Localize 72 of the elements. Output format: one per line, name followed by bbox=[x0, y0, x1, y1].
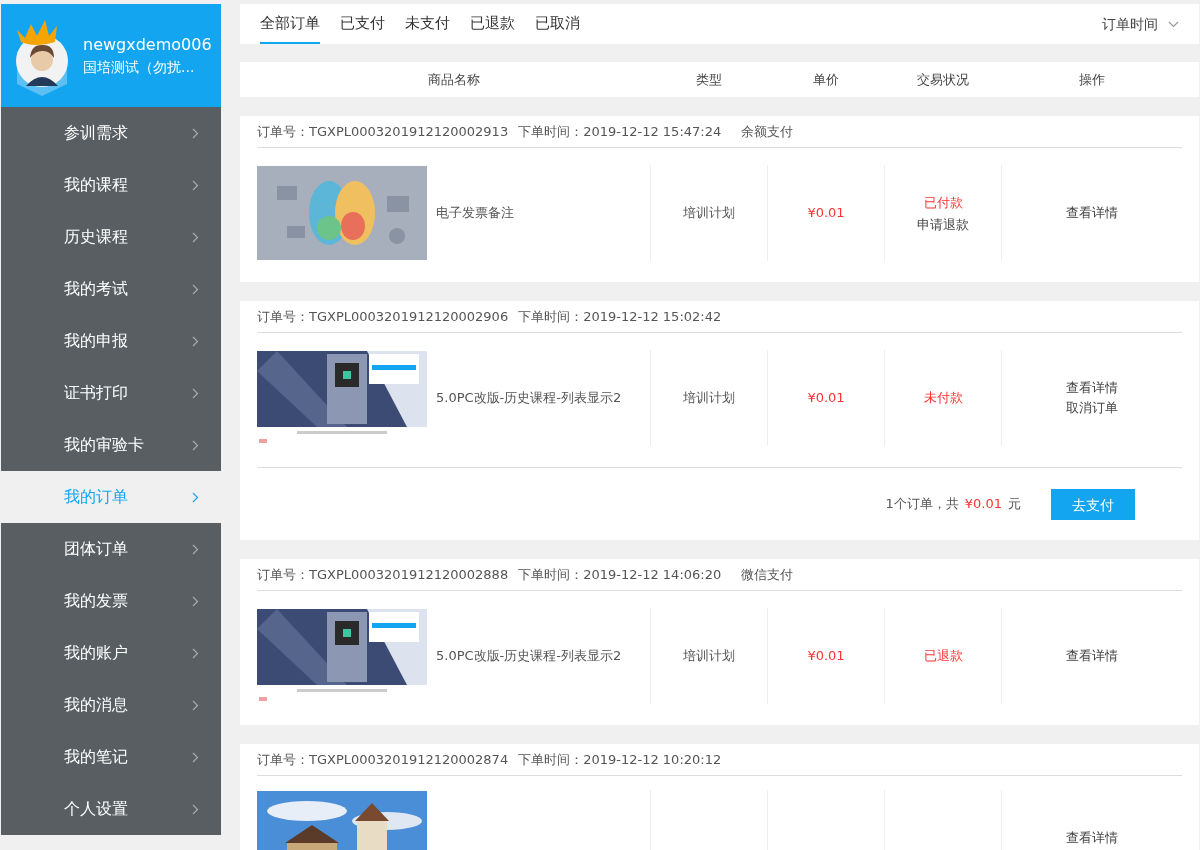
column-header: 操作 bbox=[1078, 71, 1105, 87]
user-organization: 国培测试（勿扰... bbox=[83, 58, 196, 77]
payment-method: 微信支付 bbox=[741, 565, 794, 584]
menu-item[interactable]: 我的课程 bbox=[1, 159, 221, 211]
unit-price: ¥0.01 bbox=[807, 204, 845, 223]
order-status: 已退款 bbox=[923, 647, 963, 666]
chevron-right-icon bbox=[192, 335, 199, 347]
menu-item[interactable]: 我的笔记 bbox=[1, 731, 221, 783]
chevron-right-icon bbox=[192, 647, 199, 659]
tab[interactable]: 已取消 bbox=[535, 4, 580, 44]
unit-price: ¥0.01 bbox=[807, 389, 845, 408]
menu-item[interactable]: 我的考试 bbox=[1, 263, 221, 315]
column-header: 交易状况 bbox=[916, 71, 969, 87]
chevron-right-icon bbox=[192, 387, 199, 399]
menu-item[interactable]: 我的消息 bbox=[1, 679, 221, 731]
order-count: 1个订单，共 bbox=[885, 495, 959, 514]
chevron-right-icon bbox=[192, 179, 199, 191]
payment-method: 余额支付 bbox=[741, 122, 794, 141]
chevron-right-icon bbox=[192, 699, 199, 711]
chevron-right-icon bbox=[192, 491, 199, 503]
action-link[interactable]: 查看详情 bbox=[1066, 205, 1118, 221]
chevron-right-icon bbox=[192, 751, 199, 763]
tab[interactable]: 未支付 bbox=[405, 4, 450, 44]
unit-price: ¥0.01 bbox=[807, 647, 845, 666]
column-header: 商品名称 bbox=[427, 71, 480, 87]
product-title: 5.0PC改版-历史课程-列表显示2 bbox=[436, 647, 622, 666]
chevron-right-icon bbox=[192, 231, 199, 243]
menu-item[interactable]: 历史课程 bbox=[1, 211, 221, 263]
order-number: 订单号：TGXPL0003201912120002888 bbox=[257, 565, 509, 584]
order-time: 下单时间：2019-12-12 15:02:42 bbox=[518, 307, 722, 326]
chevron-right-icon bbox=[192, 283, 199, 295]
chevron-right-icon bbox=[192, 439, 199, 451]
menu-item[interactable]: 我的申报 bbox=[1, 315, 221, 367]
tab[interactable]: 全部订单 bbox=[260, 4, 320, 44]
refund-link[interactable]: 申请退款 bbox=[917, 216, 969, 233]
menu-item[interactable]: 我的发票 bbox=[1, 575, 221, 627]
currency-unit: 元 bbox=[1008, 495, 1021, 514]
menu-item[interactable]: 参训需求 bbox=[1, 107, 221, 159]
menu-item[interactable]: 我的审验卡 bbox=[1, 419, 221, 471]
product-type: 培训计划 bbox=[683, 204, 735, 223]
product-type: 培训计划 bbox=[683, 647, 735, 666]
order-time: 下单时间：2019-12-12 15:47:24 bbox=[518, 122, 722, 141]
menu-item[interactable]: 我的账户 bbox=[1, 627, 221, 679]
chevron-right-icon bbox=[192, 803, 199, 815]
action-link[interactable]: 取消订单 bbox=[1066, 400, 1118, 416]
column-header: 类型 bbox=[695, 71, 722, 87]
menu-item[interactable]: 个人设置 bbox=[1, 783, 221, 835]
user-name: newgxdemo006 bbox=[83, 34, 212, 56]
tab[interactable]: 已退款 bbox=[470, 4, 515, 44]
order-number: 订单号：TGXPL0003201912120002906 bbox=[257, 307, 509, 326]
product-type: 培训计划 bbox=[683, 389, 735, 408]
column-header: 单价 bbox=[812, 71, 839, 87]
order-status: 未付款 bbox=[923, 389, 963, 408]
order-time: 下单时间：2019-12-12 14:06:20 bbox=[518, 565, 722, 584]
action-link[interactable]: 查看详情 bbox=[1066, 830, 1118, 846]
order-number: 订单号：TGXPL0003201912120002874 bbox=[257, 750, 509, 769]
order-number: 订单号：TGXPL0003201912120002913 bbox=[257, 122, 509, 141]
chevron-right-icon bbox=[192, 543, 199, 555]
tab[interactable]: 已支付 bbox=[340, 4, 385, 44]
product-title: 电子发票备注 bbox=[436, 204, 514, 223]
order-time: 下单时间：2019-12-12 10:20:12 bbox=[518, 750, 722, 769]
product-title: 5.0PC改版-历史课程-列表显示2 bbox=[436, 389, 622, 408]
action-link[interactable]: 查看详情 bbox=[1066, 380, 1118, 396]
action-link[interactable]: 查看详情 bbox=[1066, 648, 1118, 664]
total-amount: ¥0.01 bbox=[964, 495, 1002, 514]
order-status: 已付款 bbox=[923, 194, 963, 213]
chevron-down-icon bbox=[1168, 20, 1179, 28]
menu-item[interactable]: 团体订单 bbox=[1, 523, 221, 575]
chevron-right-icon bbox=[192, 595, 199, 607]
menu-item[interactable]: 证书打印 bbox=[1, 367, 221, 419]
chevron-right-icon bbox=[192, 127, 199, 139]
sort-dropdown[interactable]: 订单时间 bbox=[1102, 4, 1179, 44]
